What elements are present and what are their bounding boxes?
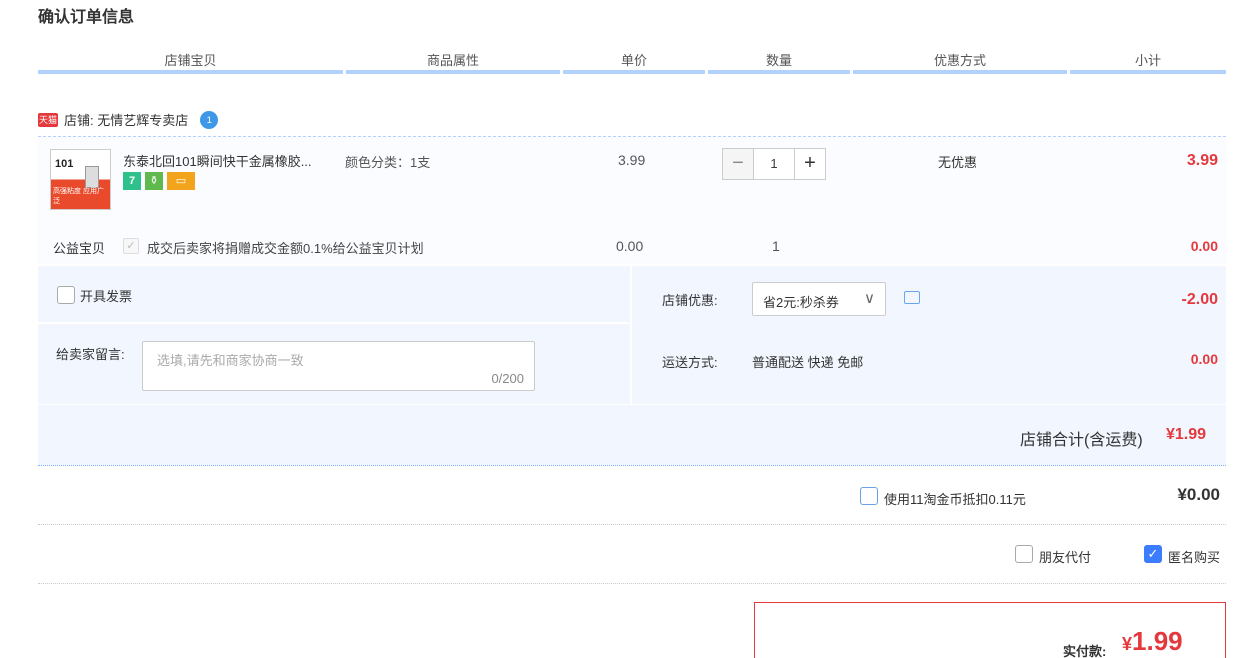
friend-pay-checkbox[interactable] — [1015, 545, 1033, 563]
col-promo: 优惠方式 — [853, 50, 1067, 74]
col-shop-item: 店铺宝贝 — [38, 50, 343, 74]
thumb-bottle — [85, 166, 99, 188]
divider — [38, 524, 1226, 525]
seven-day-return-icon[interactable]: 7 — [123, 172, 141, 190]
wangwang-chat-icon[interactable]: 1 — [200, 110, 219, 129]
discount-amount: -2.00 — [1181, 291, 1218, 308]
message-label: 给卖家留言: — [56, 347, 125, 362]
qty-plus-button[interactable]: + — [794, 148, 826, 180]
col-qty: 数量 — [708, 50, 850, 74]
col-attr: 商品属性 — [346, 50, 560, 74]
charity-checkbox: ✓ — [123, 238, 139, 254]
coin-label[interactable]: 使用11淘金币抵扣0.11元 — [884, 489, 1026, 508]
shop-total-amount: ¥1.99 — [1166, 426, 1207, 443]
coin-amount: ¥0.00 — [1177, 485, 1220, 504]
page-title: 确认订单信息 — [38, 9, 135, 26]
quantity-stepper: − 1 + — [722, 148, 826, 180]
divider — [38, 583, 1226, 584]
item-subtotal: 3.99 — [1186, 152, 1218, 169]
divider — [630, 266, 632, 404]
tmall-icon: 天猫 — [38, 112, 58, 127]
shop-name-link[interactable]: 店铺: 无情艺辉专卖店 — [64, 110, 188, 129]
discount-label: 店铺优惠: — [662, 293, 718, 308]
comment-icon[interactable] — [904, 291, 920, 304]
friend-pay-label[interactable]: 朋友代付 — [1039, 547, 1091, 566]
col-subtotal: 小计 — [1070, 50, 1226, 74]
column-header: 店铺宝贝 商品属性 单价 数量 优惠方式 小计 — [38, 50, 1226, 74]
coin-checkbox[interactable] — [860, 487, 878, 505]
pay-currency: ¥ — [1122, 634, 1133, 654]
service-badges: 7 ⚱ ▭ — [123, 172, 195, 190]
shipping-amount: 0.00 — [1190, 351, 1218, 367]
chevron-down-icon: ∨ — [864, 290, 875, 307]
charity-label: 公益宝贝 — [53, 241, 106, 256]
shop-total-label: 店铺合计(含运费) — [1020, 432, 1143, 449]
shipping-value: 普通配送 快递 免邮 — [752, 355, 864, 370]
product-attr: 颜色分类：1支 — [345, 155, 431, 170]
col-price: 单价 — [563, 50, 705, 74]
charity-subtotal: 0.00 — [1190, 238, 1218, 254]
unit-price: 3.99 — [618, 152, 646, 168]
thumb-caption: 高强粘度 应用广泛 — [53, 188, 104, 205]
product-thumbnail[interactable]: 101 高强粘度 应用广泛 — [50, 149, 111, 210]
invoice-checkbox[interactable] — [57, 286, 75, 304]
shipping-label: 运送方式: — [662, 355, 718, 370]
guarantee-icon[interactable]: ⚱ — [145, 172, 163, 190]
charity-text: 成交后卖家将捐赠成交金额0.1%给公益宝贝计划 — [147, 241, 424, 256]
pay-label: 实付款: — [1063, 644, 1107, 658]
divider — [38, 322, 630, 324]
credit-card-icon[interactable]: ▭ — [167, 172, 195, 190]
anonymous-label[interactable]: 匿名购买 — [1168, 547, 1220, 566]
shop-row: 天猫 店铺: 无情艺辉专卖店 1 — [38, 110, 219, 129]
thumb-title: 101 — [55, 158, 74, 170]
charity-qty: 1 — [772, 238, 780, 254]
message-counter: 0/200 — [491, 371, 524, 386]
charity-price: 0.00 — [616, 238, 644, 254]
pay-amount: ¥1.99 — [1122, 626, 1183, 657]
pay-value: 1.99 — [1132, 626, 1183, 656]
message-placeholder: 选填,请先和商家协商一致 — [157, 353, 304, 368]
anonymous-checkbox[interactable]: ✓ — [1144, 545, 1162, 563]
product-name-link[interactable]: 东泰北回101瞬间快干金属橡胶... — [123, 151, 338, 170]
discount-select[interactable]: 省2元:秒杀券 ∨ — [752, 282, 886, 316]
message-textarea[interactable]: 选填,请先和商家协商一致 0/200 — [142, 341, 535, 391]
invoice-label[interactable]: 开具发票 — [80, 286, 132, 305]
discount-value: 省2元:秒杀券 — [763, 295, 839, 310]
promo-method: 无优惠 — [938, 155, 978, 170]
qty-minus-button[interactable]: − — [722, 148, 754, 180]
divider — [38, 404, 1226, 405]
qty-input[interactable]: 1 — [753, 148, 795, 180]
